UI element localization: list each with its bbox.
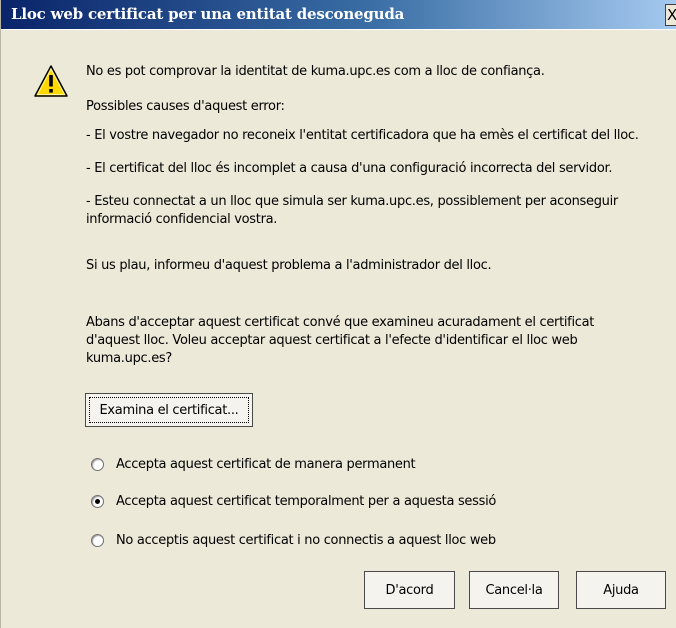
close-icon: X bbox=[667, 6, 676, 24]
certificate-dialog: Lloc web certificat per una entitat desc… bbox=[0, 0, 676, 628]
examine-certificate-button[interactable]: Examina el certificat... bbox=[85, 393, 253, 427]
dialog-title: Lloc web certificat per una entitat desc… bbox=[11, 5, 405, 23]
radio-accept-session[interactable] bbox=[91, 494, 104, 508]
identity-message: No es pot comprovar la identitat de kuma… bbox=[86, 64, 545, 79]
option-accept-permanent[interactable]: Accepta aquest certificat de manera perm… bbox=[91, 453, 416, 475]
option-accept-session[interactable]: Accepta aquest certificat temporalment p… bbox=[91, 490, 496, 512]
option-reject[interactable]: No acceptis aquest certificat i no conne… bbox=[91, 529, 496, 551]
option-label: Accepta aquest certificat de manera perm… bbox=[116, 456, 416, 472]
warning-icon bbox=[34, 65, 68, 97]
help-label: Ajuda bbox=[603, 582, 639, 598]
examine-certificate-label: Examina el certificat... bbox=[99, 402, 239, 418]
focus-rectangle: Examina el certificat... bbox=[89, 397, 249, 423]
ok-label: D'acord bbox=[385, 582, 434, 598]
title-bar[interactable]: Lloc web certificat per una entitat desc… bbox=[1, 0, 676, 30]
help-button[interactable]: Ajuda bbox=[576, 571, 666, 609]
cause-item-spoofed-site: - Esteu connectat a un lloc que simula s… bbox=[86, 194, 618, 227]
cancel-button[interactable]: Cancel·la bbox=[469, 571, 559, 609]
cause-item-incomplete-certificate: - El certificat del lloc és incomplet a … bbox=[86, 161, 613, 176]
option-label: Accepta aquest certificat temporalment p… bbox=[116, 493, 497, 509]
radio-reject[interactable] bbox=[91, 533, 104, 547]
close-button[interactable]: X bbox=[665, 4, 676, 26]
accept-question: Abans d'acceptar aquest certificat convé… bbox=[86, 315, 595, 366]
report-message: Si us plau, informeu d'aquest problema a… bbox=[86, 258, 492, 273]
radio-accept-permanent[interactable] bbox=[91, 457, 104, 471]
cause-item-unknown-authority: - El vostre navegador no reconeix l'enti… bbox=[86, 128, 639, 143]
option-label: No acceptis aquest certificat i no conne… bbox=[116, 532, 496, 548]
ok-button[interactable]: D'acord bbox=[364, 571, 455, 609]
cancel-label: Cancel·la bbox=[485, 582, 543, 598]
causes-heading: Possibles causes d'aquest error: bbox=[86, 99, 285, 114]
